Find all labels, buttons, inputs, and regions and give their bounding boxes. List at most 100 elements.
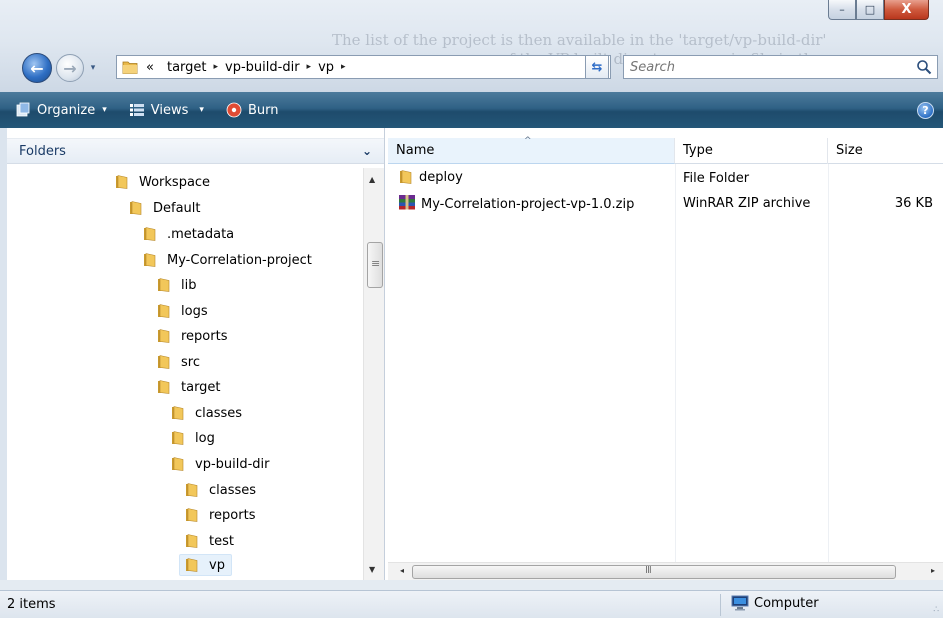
breadcrumb-separator[interactable]: ▸ xyxy=(214,62,219,72)
tree-item-my-correlation-project[interactable]: My-Correlation-project xyxy=(142,249,312,271)
scroll-left-arrow-icon[interactable]: ◂ xyxy=(400,566,404,575)
tree-item-default[interactable]: Default xyxy=(128,197,201,219)
organize-label: Organize xyxy=(37,102,96,118)
search-input[interactable] xyxy=(630,59,900,75)
tree-item-target[interactable]: target xyxy=(156,376,221,398)
folders-pane-header[interactable]: Folders ⌄ xyxy=(7,138,384,164)
scroll-up-arrow-icon[interactable]: ▲ xyxy=(369,175,375,184)
address-bar[interactable]: « target ▸ vp-build-dir ▸ vp ▸ ▾ xyxy=(116,55,611,79)
search-icon[interactable] xyxy=(916,59,932,75)
views-menu-button[interactable]: Views ▾ xyxy=(129,102,204,118)
breadcrumb-item-vp-build-dir[interactable]: vp-build-dir xyxy=(225,60,300,75)
tree-item-label: My-Correlation-project xyxy=(167,252,312,268)
folder-icon xyxy=(170,456,186,472)
tree-item-workspace[interactable]: Workspace xyxy=(114,171,210,193)
window-frame-left xyxy=(0,128,7,590)
file-row[interactable]: deploy File Folder xyxy=(388,168,943,190)
file-list-horizontal-scrollbar[interactable]: ◂ ▸ xyxy=(388,562,943,580)
scroll-down-arrow-icon[interactable]: ▼ xyxy=(369,565,375,574)
tree-item-lib[interactable]: lib xyxy=(156,274,196,296)
status-bar: 2 items Computer ∴ xyxy=(0,590,943,618)
tree-item-vp[interactable]: vp xyxy=(179,554,232,576)
organize-menu-button[interactable]: Organize ▾ xyxy=(15,102,107,118)
file-row[interactable]: My-Correlation-project-vp-1.0.zip WinRAR… xyxy=(388,193,943,215)
tree-item-label: src xyxy=(181,354,200,370)
folder-icon xyxy=(142,226,158,242)
tree-item-label: reports xyxy=(181,328,228,344)
breadcrumb-item-target[interactable]: target xyxy=(167,60,207,75)
folder-icon xyxy=(184,507,200,523)
folder-icon xyxy=(114,174,130,190)
tree-item-label: test xyxy=(209,533,234,549)
tree-item-test[interactable]: test xyxy=(184,530,234,552)
folder-icon xyxy=(156,328,172,344)
resize-grip-icon[interactable]: ∴ xyxy=(933,605,939,615)
status-divider xyxy=(720,594,721,616)
refresh-button[interactable]: ⇆ xyxy=(585,55,609,79)
folder-icon xyxy=(184,533,200,549)
tree-item-classes[interactable]: classes xyxy=(184,479,256,501)
tree-item-label: vp-build-dir xyxy=(195,456,270,472)
burn-label: Burn xyxy=(247,102,279,118)
breadcrumb-separator[interactable]: ▸ xyxy=(307,62,312,72)
tree-item-reports[interactable]: reports xyxy=(156,325,227,347)
scroll-thumb[interactable] xyxy=(367,242,383,288)
sort-ascending-icon: ^ xyxy=(524,136,532,146)
winrar-archive-icon xyxy=(398,194,416,214)
folders-pane-title: Folders xyxy=(19,144,66,159)
location-label: Computer xyxy=(754,595,819,611)
column-header-type[interactable]: Type xyxy=(675,138,828,164)
column-header-name[interactable]: Name ^ xyxy=(388,136,675,164)
minimize-button[interactable]: – xyxy=(828,0,856,20)
breadcrumb-overflow[interactable]: « xyxy=(146,60,154,75)
column-divider xyxy=(828,164,829,566)
tree-item-label: logs xyxy=(181,303,208,319)
folder-icon xyxy=(184,482,200,498)
folders-vertical-scrollbar[interactable]: ▲ ▼ xyxy=(363,168,384,580)
tree-item-classes[interactable]: classes xyxy=(170,402,242,424)
chevron-down-icon: ▾ xyxy=(102,105,107,115)
folder-icon xyxy=(142,252,158,268)
chevron-down-icon[interactable]: ⌄ xyxy=(362,144,372,158)
burn-button[interactable]: Burn xyxy=(226,102,279,118)
command-bar: Organize ▾ Views ▾ Burn ? xyxy=(0,92,943,128)
column-header-size[interactable]: Size xyxy=(828,138,943,164)
chevron-down-icon: ▾ xyxy=(199,105,204,115)
folder-icon xyxy=(128,200,144,216)
file-name: deploy xyxy=(419,169,463,185)
file-size: 36 KB xyxy=(894,196,933,211)
close-button[interactable]: X xyxy=(884,0,929,20)
views-label: Views xyxy=(150,102,189,118)
column-header-label: Name xyxy=(396,143,435,158)
breadcrumb-separator[interactable]: ▸ xyxy=(341,62,346,72)
search-box[interactable] xyxy=(623,55,938,79)
status-location: Computer xyxy=(731,595,819,611)
item-count: 2 items xyxy=(7,597,56,612)
back-button[interactable]: ← xyxy=(22,53,52,83)
recent-pages-dropdown[interactable]: ▾ xyxy=(87,62,99,74)
file-type: WinRAR ZIP archive xyxy=(683,196,811,211)
help-button[interactable]: ? xyxy=(917,102,934,119)
computer-icon xyxy=(731,595,749,611)
tree-item-metadata[interactable]: .metadata xyxy=(142,223,234,245)
scroll-right-arrow-icon[interactable]: ▸ xyxy=(931,566,935,575)
tree-item-logs[interactable]: logs xyxy=(156,300,208,322)
tree-item-src[interactable]: src xyxy=(156,351,200,373)
column-header-label: Size xyxy=(836,143,863,158)
organize-icon xyxy=(15,102,31,118)
forward-button[interactable]: → xyxy=(56,54,84,82)
tree-item-log[interactable]: log xyxy=(170,427,215,449)
pane-bottom-edge xyxy=(0,580,943,590)
ghost-background-text: The list of the project is then availabl… xyxy=(332,31,827,49)
tree-item-reports[interactable]: reports xyxy=(184,504,255,526)
folder-icon xyxy=(398,169,414,185)
folder-icon xyxy=(156,303,172,319)
caption-buttons: – □ X xyxy=(828,0,929,20)
maximize-button[interactable]: □ xyxy=(856,0,884,20)
tree-item-vp-build-dir[interactable]: vp-build-dir xyxy=(170,453,270,475)
tree-item-label: Workspace xyxy=(139,174,211,190)
navigation-buttons: ← → ▾ xyxy=(22,53,99,83)
breadcrumb-item-vp[interactable]: vp xyxy=(318,60,334,75)
tree-item-label: vp xyxy=(209,557,225,573)
scroll-thumb[interactable] xyxy=(412,565,896,579)
